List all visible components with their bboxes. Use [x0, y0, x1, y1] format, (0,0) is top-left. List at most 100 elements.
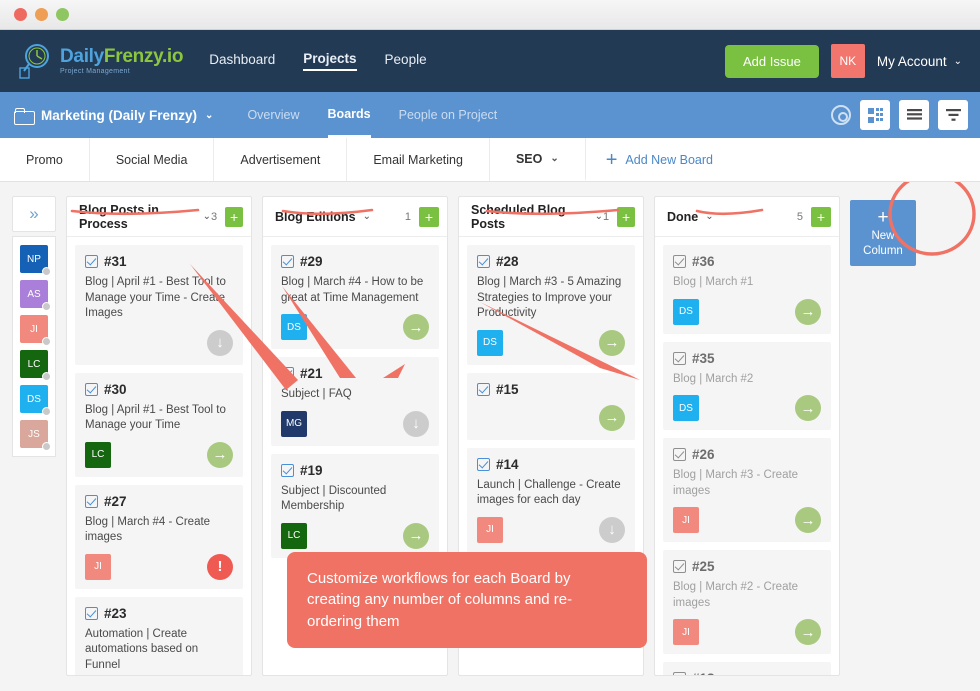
move-next-icon[interactable]: → [207, 441, 233, 468]
checkbox-icon[interactable] [477, 255, 490, 268]
checkbox-icon[interactable] [85, 494, 98, 508]
nav-link-people[interactable]: People [385, 52, 427, 70]
expand-rail-button[interactable]: » [12, 196, 56, 232]
card-footer: JI → [673, 507, 821, 534]
nav-link-projects[interactable]: Projects [303, 51, 357, 71]
card-assignee-avatar[interactable]: DS [281, 314, 307, 341]
move-next-icon[interactable]: → [795, 298, 821, 325]
card-id-row: #18 [673, 671, 821, 675]
task-card[interactable]: #29 Blog | March #4 - How to be great at … [271, 245, 439, 350]
presence-status-dot [42, 267, 51, 276]
nav-link-dashboard[interactable]: Dashboard [209, 52, 275, 70]
card-assignee-avatar[interactable]: MG [281, 410, 307, 437]
task-card[interactable]: #19 Subject | Discounted Membership LC → [271, 453, 439, 558]
task-card[interactable]: #25 Blog | March #2 - Create images JI → [663, 550, 831, 655]
card-assignee-avatar[interactable]: DS [477, 329, 503, 356]
board-tab-seo[interactable]: SEO ⌄ [489, 138, 586, 181]
task-card[interactable]: #27 Blog | March #4 - Create images JI! [75, 484, 243, 589]
move-next-icon[interactable]: → [403, 314, 429, 341]
checkbox-icon[interactable] [477, 457, 490, 471]
checkbox-icon[interactable] [673, 351, 686, 365]
move-down-icon[interactable]: ↓ [207, 329, 233, 356]
board-columns: Blog Posts in Process ⌄ 3 + #31 Blog | April … [66, 196, 840, 690]
board-tab-promo[interactable]: Promo [0, 138, 90, 181]
new-column-button[interactable]: + New Column [850, 200, 916, 266]
app-logo[interactable]: DailyFrenzy.io Project Management [18, 42, 184, 80]
checkbox-icon[interactable] [673, 448, 686, 462]
project-tab-people-on-project[interactable]: People on Project [399, 92, 498, 138]
add-card-button[interactable]: + [617, 206, 635, 227]
task-card[interactable]: #15 → [467, 372, 635, 440]
member-avatar[interactable]: JS [20, 420, 51, 451]
user-avatar[interactable]: NK [830, 44, 865, 78]
my-account-menu[interactable]: My Account ⌄ [877, 54, 962, 69]
checkbox-icon[interactable] [477, 382, 490, 396]
move-next-icon[interactable]: → [795, 507, 821, 534]
member-avatar[interactable]: NP [20, 245, 51, 276]
move-next-icon[interactable]: → [795, 395, 821, 422]
member-avatar[interactable]: LC [20, 350, 51, 381]
checkbox-icon[interactable] [85, 255, 98, 268]
column-title-menu[interactable]: Blog Posts in Process ⌄ [79, 203, 211, 231]
project-tab-boards[interactable]: Boards [327, 92, 371, 138]
checkbox-icon[interactable] [673, 255, 686, 268]
minimize-window-button[interactable] [35, 8, 48, 21]
filter-view-button[interactable] [938, 100, 968, 130]
card-assignee-avatar[interactable]: JI [85, 553, 111, 580]
task-card[interactable]: #21 Subject | FAQ MG ↓ [271, 357, 439, 446]
task-card[interactable]: #23 Automation | Create automations based… [75, 596, 243, 675]
member-avatar[interactable]: AS [20, 280, 51, 311]
checkbox-icon[interactable] [673, 672, 686, 675]
board-tab-social-media[interactable]: Social Media [89, 138, 215, 181]
card-assignee-avatar[interactable]: DS [673, 395, 699, 422]
add-card-button[interactable]: + [419, 206, 439, 227]
add-new-board-button[interactable]: + Add New Board [585, 138, 733, 181]
grid-view-button[interactable] [860, 100, 890, 130]
checkbox-icon[interactable] [673, 560, 686, 574]
member-avatar[interactable]: DS [20, 385, 51, 416]
task-card[interactable]: #35 Blog | March #2 DS → [663, 341, 831, 431]
task-card[interactable]: #28 Blog | March #3 - 5 Amazing Strategie… [467, 245, 635, 365]
add-issue-button[interactable]: Add Issue [725, 44, 819, 78]
move-down-icon[interactable]: ↓ [403, 410, 429, 437]
list-view-button[interactable] [899, 100, 929, 130]
card-assignee-avatar[interactable]: JI [673, 507, 699, 534]
maximize-window-button[interactable] [56, 8, 69, 21]
column-title-menu[interactable]: Scheduled Blog Posts ⌄ [471, 203, 603, 231]
task-card[interactable]: #18Subject | New Blog PostNP→ [663, 662, 831, 675]
member-avatar[interactable]: JI [20, 315, 51, 346]
card-assignee-avatar[interactable]: DS [673, 298, 699, 325]
card-assignee-avatar[interactable]: JI [673, 619, 699, 646]
folder-icon [14, 107, 35, 125]
task-card[interactable]: #31 Blog | April #1 - Best Tool to Manage… [75, 245, 243, 365]
move-next-icon[interactable]: → [599, 404, 625, 431]
card-assignee-avatar[interactable]: LC [281, 522, 307, 549]
board-tab-advertisement[interactable]: Advertisement [214, 138, 348, 181]
project-tab-overview[interactable]: Overview [247, 92, 299, 138]
close-window-button[interactable] [14, 8, 27, 21]
new-column-area: + New Column [850, 196, 926, 690]
add-card-button[interactable]: + [225, 206, 243, 227]
move-next-icon[interactable]: → [599, 329, 625, 356]
task-card[interactable]: #36 Blog | March #1 DS → [663, 245, 831, 334]
card-assignee-avatar[interactable]: JI [477, 516, 503, 543]
task-card[interactable]: #30 Blog | April #1 - Best Tool to Manage… [75, 372, 243, 477]
gear-icon[interactable] [831, 105, 851, 125]
checkbox-icon[interactable] [281, 255, 294, 268]
column-title-menu[interactable]: Done ⌄ [667, 210, 714, 224]
column-title-menu[interactable]: Blog Editions ⌄ [275, 210, 371, 224]
project-selector[interactable]: Marketing (Daily Frenzy) ⌄ [14, 107, 213, 125]
checkbox-icon[interactable] [281, 463, 294, 477]
checkbox-icon[interactable] [281, 367, 294, 381]
checkbox-icon[interactable] [85, 382, 98, 396]
task-card[interactable]: #26 Blog | March #3 - Create images JI → [663, 438, 831, 543]
move-next-icon[interactable]: → [403, 522, 429, 549]
alert-icon[interactable]: ! [207, 553, 233, 580]
add-card-button[interactable]: + [811, 206, 831, 227]
card-assignee-avatar[interactable]: LC [85, 441, 111, 468]
move-down-icon[interactable]: ↓ [599, 516, 625, 543]
task-card[interactable]: #14 Launch | Challenge - Create images fo… [467, 447, 635, 552]
board-tab-email-marketing[interactable]: Email Marketing [347, 138, 490, 181]
checkbox-icon[interactable] [85, 606, 98, 620]
move-next-icon[interactable]: → [795, 619, 821, 646]
